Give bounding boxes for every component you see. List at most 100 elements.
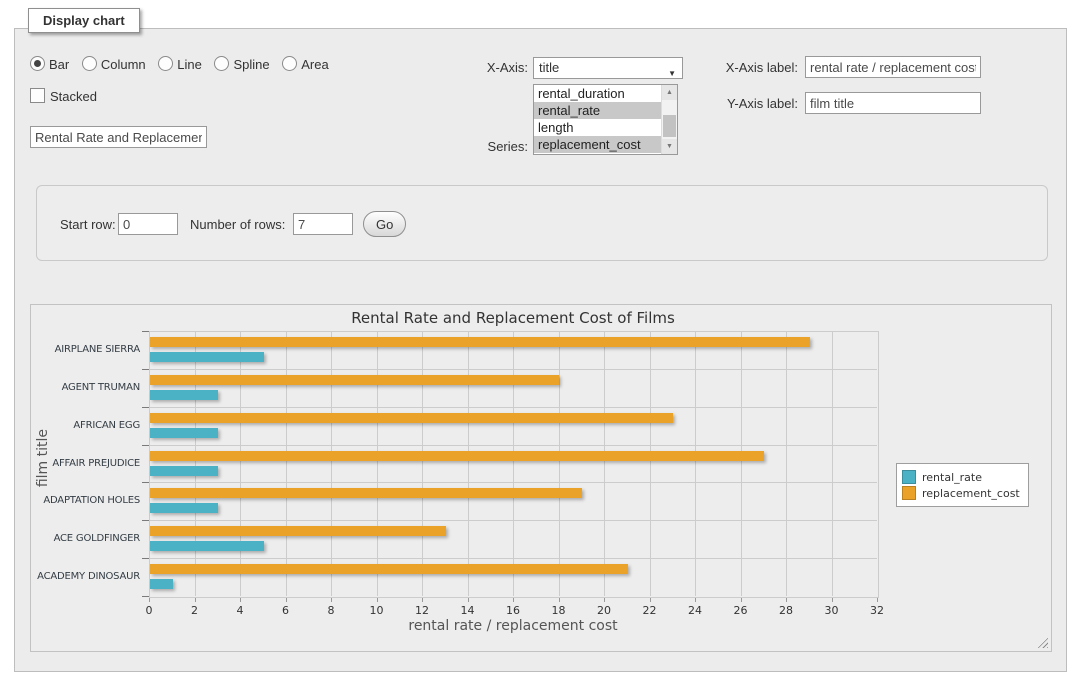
chart-title: Rental Rate and Replacement Cost of Film… — [149, 309, 877, 327]
legend-item-replacement_cost: replacement_cost — [902, 486, 1020, 500]
gridline — [695, 331, 696, 596]
gridline — [240, 331, 241, 596]
y-tick-mark — [142, 445, 149, 446]
start-row-input[interactable] — [118, 213, 178, 235]
radio-area[interactable]: Area — [282, 57, 328, 72]
gridline — [786, 331, 787, 596]
radio-spline[interactable]: Spline — [214, 57, 269, 72]
bar-rental_rate[interactable] — [150, 352, 264, 362]
chart-type-radio-group: Bar Column Line Spline Area — [30, 56, 338, 72]
bar-rental_rate[interactable] — [150, 579, 173, 589]
x-tick-label: 32 — [870, 604, 884, 617]
category-label: AGENT TRUMAN — [31, 382, 140, 393]
category-label: AIRPLANE SIERRA — [31, 344, 140, 355]
x-tick-mark — [650, 598, 651, 602]
series-option-rental-duration[interactable]: rental_duration — [534, 85, 677, 102]
scroll-up-icon[interactable]: ▲ — [662, 85, 677, 100]
y-axis-label-label: Y-Axis label: — [700, 96, 798, 111]
x-tick-mark — [559, 598, 560, 602]
panel-legend: Display chart — [28, 8, 140, 33]
radio-bar[interactable]: Bar — [30, 57, 69, 72]
gridline — [149, 407, 877, 408]
y-tick-mark — [142, 331, 149, 332]
radio-spline-label: Spline — [233, 57, 269, 72]
bar-replacement_cost[interactable] — [150, 564, 628, 574]
radio-line-icon[interactable] — [158, 56, 173, 71]
scrollbar-thumb[interactable] — [663, 115, 676, 137]
gridline — [741, 331, 742, 596]
x-tick-mark — [286, 598, 287, 602]
bar-replacement_cost[interactable] — [150, 488, 582, 498]
radio-bar-icon[interactable] — [30, 56, 45, 71]
x-tick-label: 12 — [415, 604, 429, 617]
resize-handle-icon[interactable] — [1036, 636, 1048, 648]
x-axis-selected-value: title — [539, 60, 559, 75]
legend-swatch-icon — [902, 470, 916, 484]
chart-title-input[interactable] — [30, 126, 207, 148]
radio-spline-icon[interactable] — [214, 56, 229, 71]
series-option-replacement-cost[interactable]: replacement_cost — [534, 136, 677, 153]
x-axis-label-label: X-Axis label: — [700, 60, 798, 75]
x-tick-label: 2 — [191, 604, 198, 617]
bar-rental_rate[interactable] — [150, 390, 218, 400]
gridline — [650, 331, 651, 596]
gridline — [559, 331, 560, 596]
gridline — [513, 331, 514, 596]
x-tick-label: 16 — [506, 604, 520, 617]
stacked-checkbox[interactable] — [30, 88, 45, 103]
bar-replacement_cost[interactable] — [150, 337, 810, 347]
bar-replacement_cost[interactable] — [150, 526, 446, 536]
gridline — [149, 482, 877, 483]
series-option-rental-rate[interactable]: rental_rate — [534, 102, 677, 119]
y-axis-label-input[interactable] — [805, 92, 981, 114]
x-tick-mark — [695, 598, 696, 602]
go-button[interactable]: Go — [363, 211, 406, 237]
x-axis-label-input[interactable] — [805, 56, 981, 78]
bar-rental_rate[interactable] — [150, 466, 218, 476]
radio-line[interactable]: Line — [158, 57, 202, 72]
x-tick-label: 18 — [552, 604, 566, 617]
series-multiselect[interactable]: rental_duration rental_rate length repla… — [533, 84, 678, 155]
x-tick-mark — [604, 598, 605, 602]
gridline — [149, 558, 877, 559]
num-rows-input[interactable] — [293, 213, 353, 235]
x-axis-select[interactable]: title ▼ — [533, 57, 683, 79]
x-tick-label: 14 — [461, 604, 475, 617]
x-tick-label: 8 — [328, 604, 335, 617]
series-select-label: Series: — [430, 139, 528, 154]
x-tick-mark — [240, 598, 241, 602]
category-label: ACE GOLDFINGER — [31, 533, 140, 544]
legend-item-rental_rate: rental_rate — [902, 470, 1020, 484]
bar-rental_rate[interactable] — [150, 503, 218, 513]
y-tick-mark — [142, 596, 149, 597]
series-option-length[interactable]: length — [534, 119, 677, 136]
chart-legend: rental_rate replacement_cost — [896, 463, 1029, 507]
x-tick-label: 30 — [825, 604, 839, 617]
radio-column-icon[interactable] — [82, 56, 97, 71]
series-scrollbar[interactable]: ▲ ▼ — [661, 85, 677, 154]
x-tick-mark — [149, 598, 150, 602]
scroll-down-icon[interactable]: ▼ — [662, 139, 677, 154]
x-tick-mark — [786, 598, 787, 602]
chart-container: Rental Rate and Replacement Cost of Film… — [30, 304, 1052, 652]
x-tick-label: 22 — [643, 604, 657, 617]
bar-replacement_cost[interactable] — [150, 375, 559, 385]
stacked-option[interactable]: Stacked — [30, 88, 97, 104]
radio-column[interactable]: Column — [82, 57, 146, 72]
radio-area-icon[interactable] — [282, 56, 297, 71]
category-label: ADAPTATION HOLES — [31, 495, 140, 506]
gridline — [832, 331, 833, 596]
x-tick-label: 0 — [146, 604, 153, 617]
radio-area-label: Area — [301, 57, 328, 72]
radio-bar-label: Bar — [49, 57, 69, 72]
bar-replacement_cost[interactable] — [150, 451, 764, 461]
bar-rental_rate[interactable] — [150, 541, 264, 551]
x-tick-mark — [422, 598, 423, 602]
y-tick-mark — [142, 369, 149, 370]
category-label: AFRICAN EGG — [31, 420, 140, 431]
bar-rental_rate[interactable] — [150, 428, 218, 438]
gridline — [604, 331, 605, 596]
x-tick-mark — [195, 598, 196, 602]
gridline — [286, 331, 287, 596]
bar-replacement_cost[interactable] — [150, 413, 673, 423]
